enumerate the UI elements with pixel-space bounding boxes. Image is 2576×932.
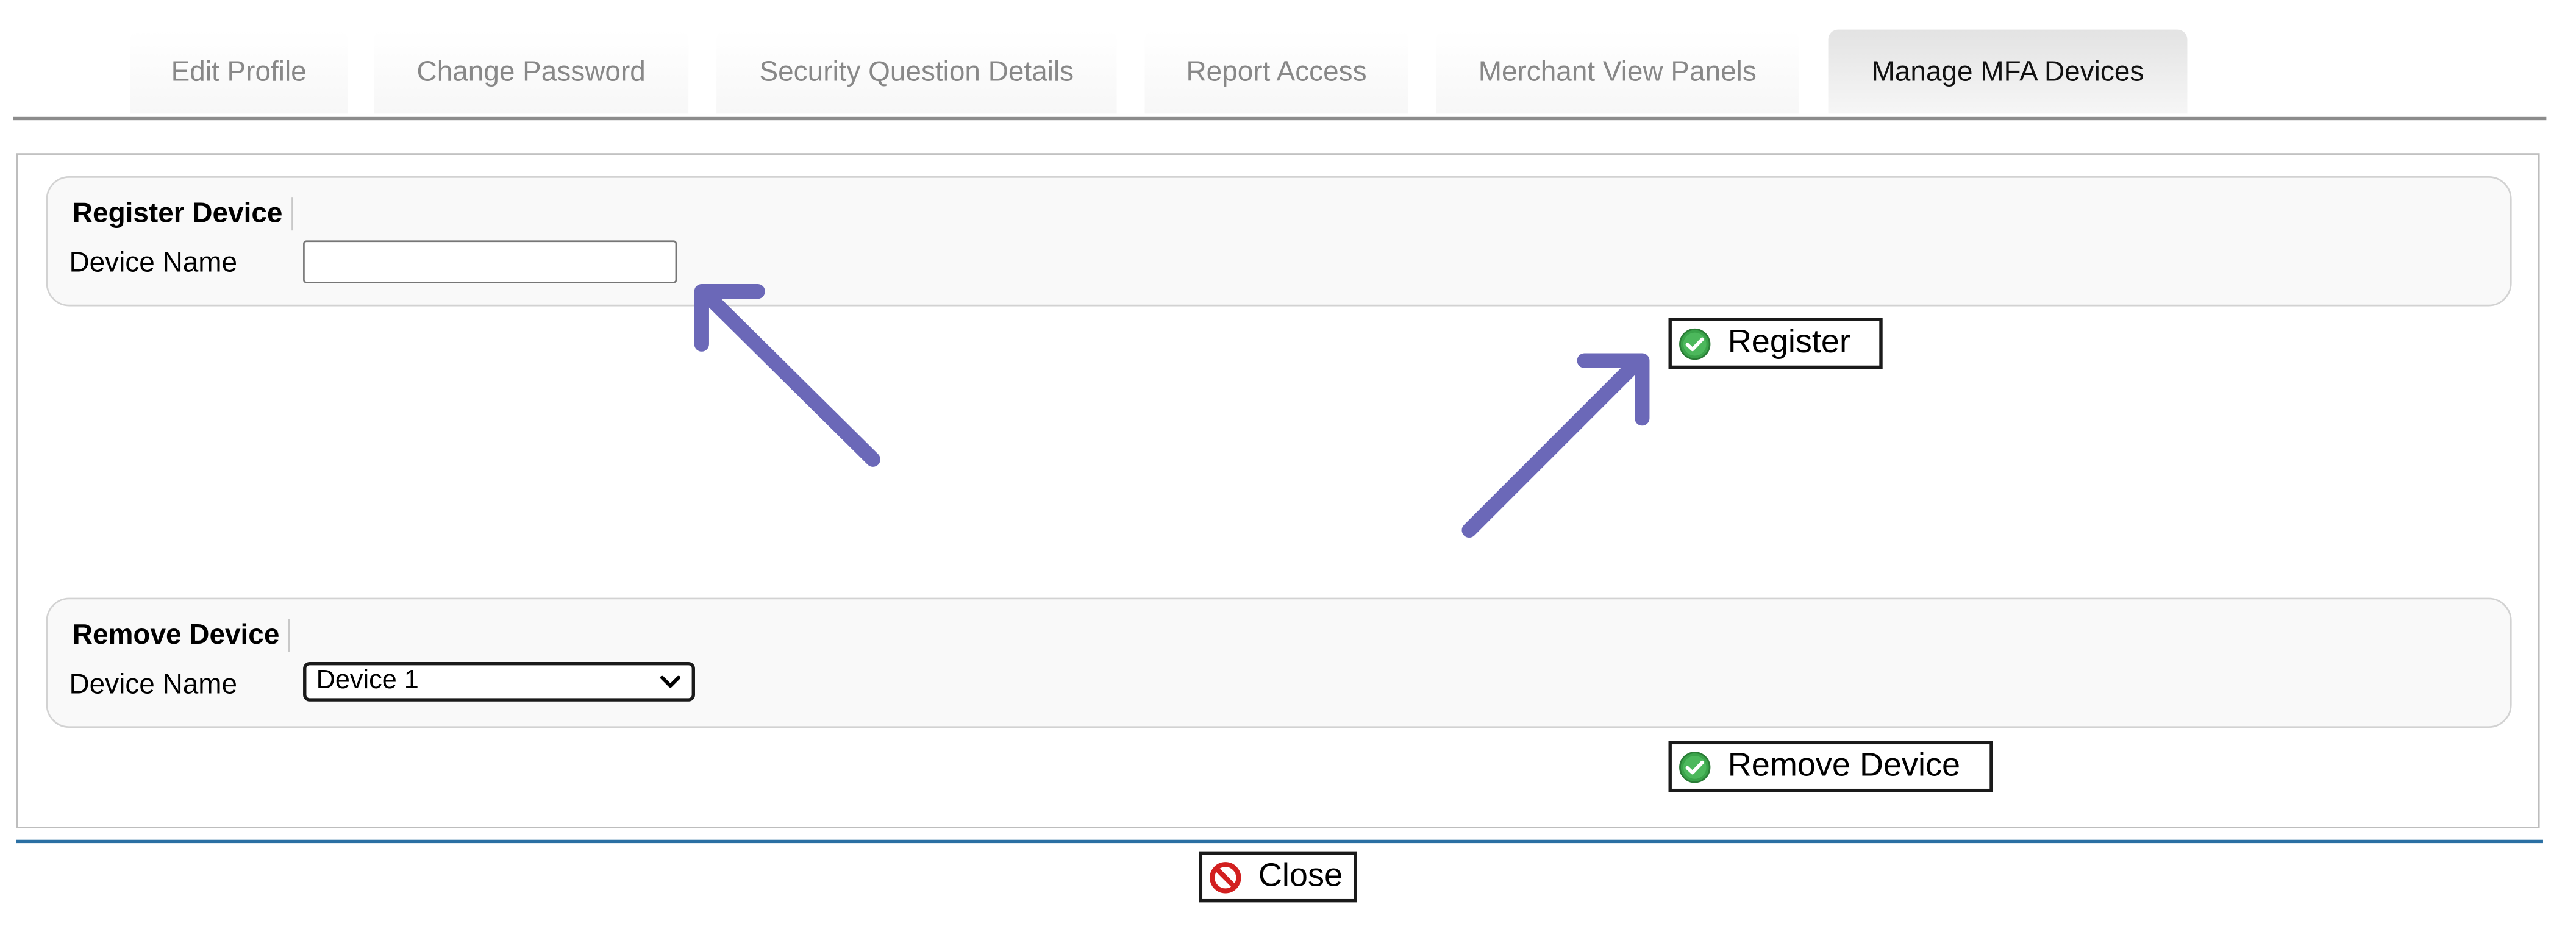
- remove-device-section: Remove Device Device Name Device 1: [46, 597, 2512, 728]
- tab-bar: Edit Profile Change Password Security Qu…: [0, 0, 2576, 122]
- register-button-label: Register: [1727, 324, 1850, 361]
- remove-device-button-label: Remove Device: [1727, 747, 1961, 784]
- register-button[interactable]: Register: [1668, 318, 1883, 369]
- device-select-value: Device 1: [316, 667, 419, 695]
- footer-divider: [16, 839, 2543, 844]
- device-name-input[interactable]: [303, 240, 677, 283]
- register-device-title: Register Device: [73, 197, 293, 231]
- tab-manage-mfa-devices[interactable]: Manage MFA Devices: [1828, 29, 2188, 114]
- tab-edit-profile[interactable]: Edit Profile: [130, 29, 348, 114]
- tab-divider: [13, 116, 2547, 121]
- remove-device-button[interactable]: Remove Device: [1668, 741, 1993, 792]
- device-select[interactable]: Device 1: [303, 661, 695, 702]
- device-name-label: Device Name: [69, 247, 238, 279]
- remove-device-title: Remove Device: [73, 619, 290, 652]
- register-device-section: Register Device Device Name: [46, 176, 2512, 307]
- tab-merchant-view-panels[interactable]: Merchant View Panels: [1436, 29, 1799, 114]
- chevron-down-icon: [660, 675, 680, 688]
- close-button-label: Close: [1258, 858, 1343, 894]
- check-circle-icon: [1679, 750, 1711, 783]
- check-circle-icon: [1679, 327, 1711, 359]
- no-entry-icon: [1210, 861, 1241, 893]
- tab-change-password[interactable]: Change Password: [374, 29, 689, 114]
- close-button[interactable]: Close: [1199, 851, 1357, 903]
- remove-device-name-label: Device Name: [69, 668, 238, 700]
- tab-report-access[interactable]: Report Access: [1144, 29, 1408, 114]
- tab-security-question-details[interactable]: Security Question Details: [716, 29, 1117, 114]
